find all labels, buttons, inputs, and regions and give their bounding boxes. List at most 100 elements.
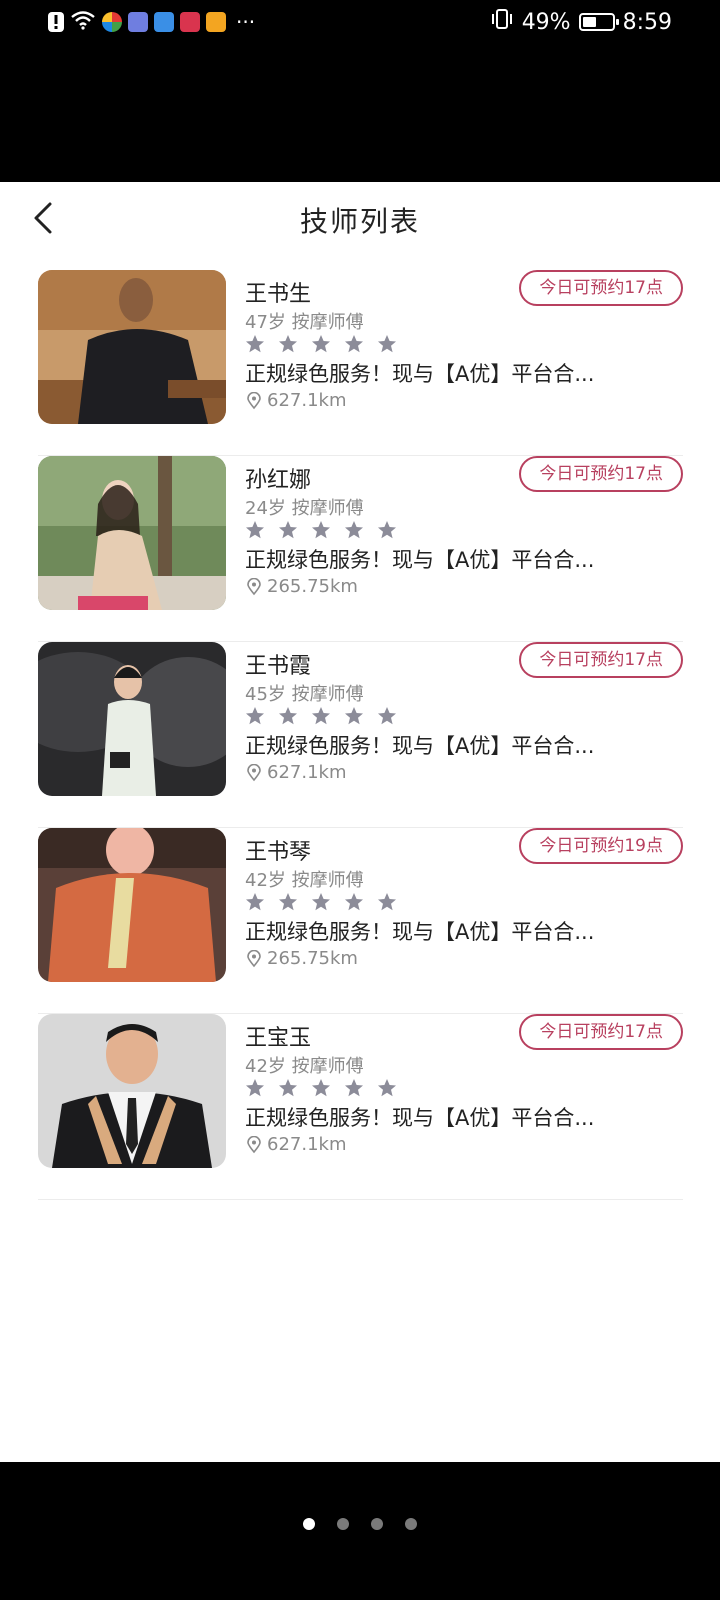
page-dot[interactable]	[303, 1518, 315, 1530]
technician-description: 正规绿色服务！现与【A优】平台合...	[245, 362, 595, 386]
distance-value: 627.1km	[267, 762, 347, 783]
distance-value: 265.75km	[267, 576, 358, 597]
technician-name: 王宝玉	[245, 1026, 312, 1051]
star-icon	[312, 707, 330, 725]
clock: 8:59	[622, 9, 672, 35]
system-indicators: 49% 8:59	[490, 8, 672, 36]
technician-description: 正规绿色服务！现与【A优】平台合...	[245, 1106, 595, 1130]
star-icon	[312, 893, 330, 911]
star-icon	[312, 1079, 330, 1097]
distance-value: 627.1km	[267, 390, 347, 411]
star-icon	[345, 893, 363, 911]
technician-card[interactable]: 孙红娜 24岁 按摩师傅 正规绿色服务！现与【A优】平台合... 265.75k…	[38, 456, 683, 642]
distance-value: 265.75km	[267, 948, 358, 969]
technician-age-role: 42岁 按摩师傅	[245, 870, 364, 891]
star-icon	[279, 707, 297, 725]
technician-card[interactable]: 王书琴 42岁 按摩师傅 正规绿色服务！现与【A优】平台合... 265.75k…	[38, 828, 683, 1014]
star-icon	[312, 521, 330, 539]
distance-value: 627.1km	[267, 1134, 347, 1155]
location-pin-icon	[247, 391, 261, 409]
app-icon-multicolor	[102, 12, 122, 32]
alert-icon	[48, 12, 64, 32]
rating-stars	[245, 1078, 397, 1098]
technician-distance: 627.1km	[245, 762, 347, 783]
rating-stars	[245, 334, 397, 354]
star-icon	[279, 1079, 297, 1097]
technician-name: 王书琴	[245, 840, 312, 865]
technician-distance: 265.75km	[245, 948, 358, 969]
technician-photo	[38, 828, 226, 982]
location-pin-icon	[247, 577, 261, 595]
technician-distance: 627.1km	[245, 390, 347, 411]
battery-icon	[578, 13, 619, 31]
star-icon	[378, 1079, 396, 1097]
page-indicator	[0, 1518, 720, 1530]
technician-distance: 265.75km	[245, 576, 358, 597]
star-icon	[246, 893, 264, 911]
bottom-bar	[0, 1462, 720, 1600]
vibrate-icon	[490, 8, 514, 36]
availability-badge[interactable]: 今日可预约19点	[519, 828, 683, 864]
technician-card[interactable]: 王书生 47岁 按摩师傅 正规绿色服务！现与【A优】平台合... 627.1km…	[38, 270, 683, 456]
notification-icons: ···	[48, 10, 255, 34]
star-icon	[279, 521, 297, 539]
technician-list: 王书生 47岁 按摩师傅 正规绿色服务！现与【A优】平台合... 627.1km…	[38, 270, 683, 1200]
availability-badge[interactable]: 今日可预约17点	[519, 1014, 683, 1050]
technician-description: 正规绿色服务！现与【A优】平台合...	[245, 920, 595, 944]
location-pin-icon	[247, 1135, 261, 1153]
top-black-area	[0, 46, 720, 182]
star-icon	[378, 521, 396, 539]
battery-percent: 49%	[521, 9, 571, 35]
star-icon	[345, 521, 363, 539]
star-icon	[246, 707, 264, 725]
wifi-icon	[70, 10, 96, 34]
technician-description: 正规绿色服务！现与【A优】平台合...	[245, 548, 595, 572]
star-icon	[345, 707, 363, 725]
technician-card[interactable]: 王宝玉 42岁 按摩师傅 正规绿色服务！现与【A优】平台合... 627.1km…	[38, 1014, 683, 1200]
pay-app-icon	[206, 12, 226, 32]
availability-badge[interactable]: 今日可预约17点	[519, 642, 683, 678]
technician-name: 王书霞	[245, 654, 312, 679]
star-icon	[378, 707, 396, 725]
star-icon	[345, 335, 363, 353]
page-dot[interactable]	[371, 1518, 383, 1530]
technician-age-role: 42岁 按摩师傅	[245, 1056, 364, 1077]
technician-age-role: 47岁 按摩师傅	[245, 312, 364, 333]
rating-stars	[245, 706, 397, 726]
star-icon	[312, 335, 330, 353]
page-dot[interactable]	[337, 1518, 349, 1530]
star-icon	[378, 335, 396, 353]
technician-distance: 627.1km	[245, 1134, 347, 1155]
book-app-icon	[180, 12, 200, 32]
location-pin-icon	[247, 949, 261, 967]
technician-description: 正规绿色服务！现与【A优】平台合...	[245, 734, 595, 758]
technician-photo	[38, 1014, 226, 1168]
technician-age-role: 45岁 按摩师傅	[245, 684, 364, 705]
browser-app-icon	[154, 12, 174, 32]
technician-photo	[38, 642, 226, 796]
page-title: 技师列表	[299, 205, 420, 238]
star-icon	[246, 335, 264, 353]
star-icon	[279, 893, 297, 911]
technician-card[interactable]: 王书霞 45岁 按摩师傅 正规绿色服务！现与【A优】平台合... 627.1km…	[38, 642, 683, 828]
more-notifications: ···	[236, 10, 256, 34]
music-app-icon	[128, 12, 148, 32]
status-bar: ··· 49% 8:59	[0, 0, 720, 46]
availability-badge[interactable]: 今日可预约17点	[519, 270, 683, 306]
technician-list-screen: 技师列表 王书生 47岁 按摩师傅 正规绿色服务！现与【A优】平台合... 62…	[0, 182, 720, 1462]
availability-badge[interactable]: 今日可预约17点	[519, 456, 683, 492]
star-icon	[246, 521, 264, 539]
star-icon	[246, 1079, 264, 1097]
technician-name: 王书生	[245, 282, 312, 307]
technician-photo	[38, 456, 226, 610]
star-icon	[279, 335, 297, 353]
technician-age-role: 24岁 按摩师傅	[245, 498, 364, 519]
technician-photo	[38, 270, 226, 424]
star-icon	[378, 893, 396, 911]
page-dot[interactable]	[405, 1518, 417, 1530]
header: 技师列表	[0, 182, 720, 256]
star-icon	[345, 1079, 363, 1097]
battery-level	[582, 17, 597, 27]
rating-stars	[245, 892, 397, 912]
location-pin-icon	[247, 763, 261, 781]
